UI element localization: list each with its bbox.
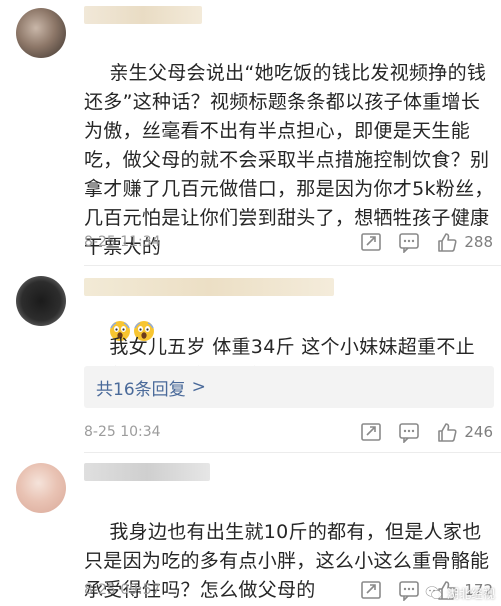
- like-icon[interactable]: [434, 229, 460, 255]
- watermark-text: 湖北经视: [446, 586, 495, 601]
- like-count: 246: [464, 423, 493, 441]
- watermark: 湖北经视: [425, 584, 495, 602]
- comment-icon[interactable]: [396, 577, 422, 603]
- comment-meta: 8-25 10:34 246: [84, 419, 501, 445]
- like-count: 288: [464, 233, 493, 251]
- view-replies-button[interactable]: 共16条回复 >: [84, 366, 494, 408]
- comment-meta: 8-25 11:34 288: [84, 229, 501, 255]
- timestamp: 8-25 10:34: [84, 424, 161, 440]
- avatar[interactable]: [16, 463, 66, 513]
- replies-count-label: 共16条回复: [96, 379, 186, 400]
- share-icon[interactable]: [358, 229, 384, 255]
- username-blurred[interactable]: [84, 6, 202, 24]
- username-blurred[interactable]: [84, 278, 334, 296]
- share-icon[interactable]: [358, 577, 384, 603]
- chevron-right-icon: >: [191, 377, 206, 397]
- comment-actions: 246: [346, 419, 493, 445]
- comment-actions: 288: [346, 229, 493, 255]
- avatar[interactable]: [16, 276, 66, 326]
- like-icon[interactable]: [434, 419, 460, 445]
- comment-1: 亲生父母会说出“她吃饭的钱比发视频挣的钱还多”这种话？视频标题条条都以孩子体重增…: [0, 0, 501, 341]
- timestamp: 8-25 11:34: [84, 234, 161, 250]
- avatar[interactable]: [16, 8, 66, 58]
- comment-icon[interactable]: [396, 419, 422, 445]
- share-icon[interactable]: [358, 419, 384, 445]
- wechat-logo-icon: [425, 584, 443, 602]
- timestamp: 8-25 09:57: [84, 582, 161, 598]
- comment-2: 我女儿五岁 体重34斤 这个小妹妹超重不止一倍了 摊上这样的家长真是倒霉 共16…: [0, 266, 501, 456]
- username-blurred[interactable]: [84, 463, 210, 481]
- comment-icon[interactable]: [396, 229, 422, 255]
